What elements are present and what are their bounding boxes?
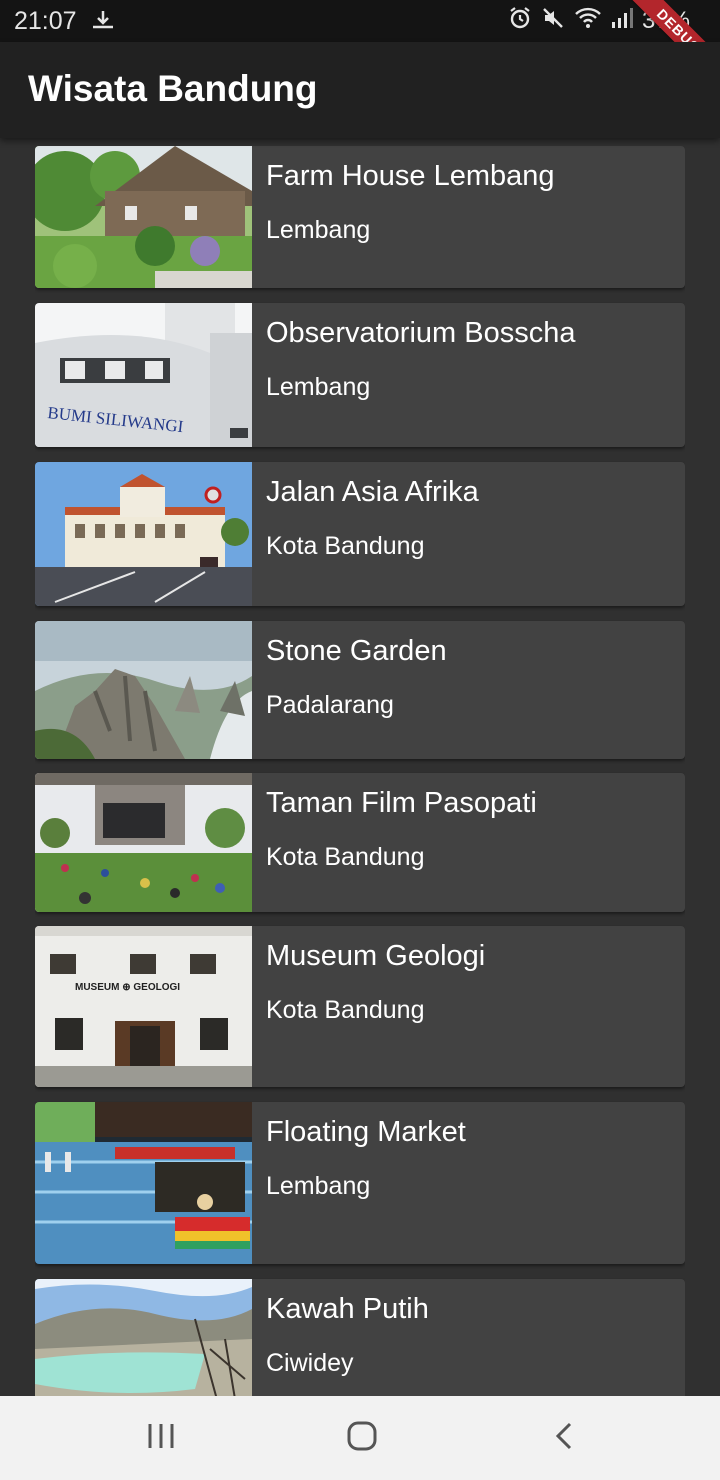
place-name: Museum Geologi [266,940,486,972]
mute-icon [541,6,565,37]
list-item[interactable]: Taman Film Pasopati Kota Bandung [35,773,685,912]
place-thumbnail [35,773,252,912]
place-location: Lembang [266,216,371,244]
place-name: Taman Film Pasopati [266,787,537,819]
place-name: Observatorium Bosscha [266,317,576,349]
place-thumbnail [35,621,252,759]
place-location: Lembang [266,1172,371,1200]
place-thumbnail [35,146,252,288]
place-name: Farm House Lembang [266,160,555,192]
system-nav-bar [0,1396,720,1480]
place-thumbnail: BUMI SILIWANGI [35,303,252,447]
app-bar: Wisata Bandung [0,42,720,138]
list-item[interactable]: Farm House Lembang Lembang [35,146,685,288]
home-icon[interactable] [346,1420,378,1457]
place-location: Lembang [266,373,371,401]
list-item[interactable]: BUMI SILIWANGI Observatorium Bosscha Lem… [35,303,685,447]
place-thumbnail [35,1102,252,1264]
place-thumbnail [35,462,252,606]
place-name: Jalan Asia Afrika [266,476,479,508]
place-location: Kota Bandung [266,843,425,871]
list-item[interactable]: Jalan Asia Afrika Kota Bandung [35,462,685,606]
recent-apps-icon[interactable] [146,1420,176,1457]
signal-icon [611,6,633,37]
list-item[interactable]: MUSEUM ⊕ GEOLOGI Museum Geologi Kota Ban… [35,926,685,1087]
places-list[interactable]: Farm House Lembang Lembang BUMI SILIWANG… [35,146,685,1396]
place-location: Ciwidey [266,1349,354,1377]
page-title: Wisata Bandung [28,68,318,109]
back-icon[interactable] [552,1420,576,1457]
status-time: 21:07 [14,7,77,35]
place-location: Kota Bandung [266,532,425,560]
list-item[interactable]: Kawah Putih Ciwidey [35,1279,685,1396]
place-thumbnail: MUSEUM ⊕ GEOLOGI [35,926,252,1087]
place-location: Kota Bandung [266,996,425,1024]
download-icon [90,9,116,38]
place-thumbnail [35,1279,252,1396]
place-name: Kawah Putih [266,1293,429,1325]
list-item[interactable]: Floating Market Lembang [35,1102,685,1264]
alarm-icon [508,6,532,37]
place-name: Floating Market [266,1116,466,1148]
wifi-icon [574,6,602,37]
place-name: Stone Garden [266,635,447,667]
image-sign-text: MUSEUM ⊕ GEOLOGI [75,982,180,993]
list-item[interactable]: Stone Garden Padalarang [35,621,685,759]
status-bar: 21:07 37% [0,0,720,42]
place-location: Padalarang [266,691,394,719]
